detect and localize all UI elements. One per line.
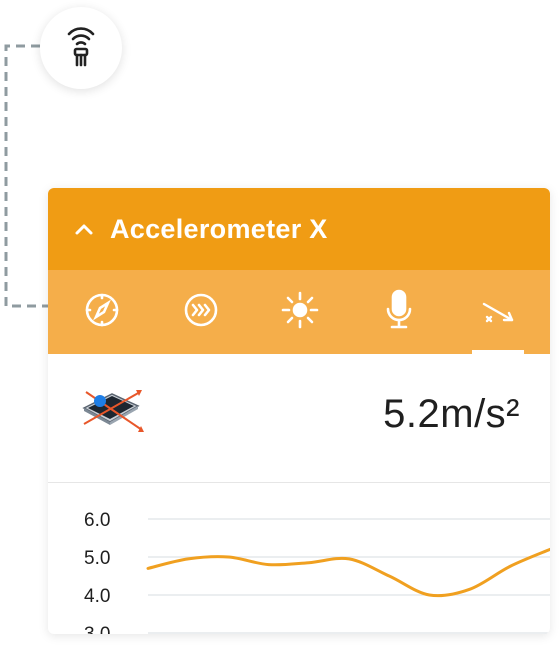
reading-value: 5.2m/s² <box>383 392 520 436</box>
tab-compass[interactable] <box>62 270 142 354</box>
microphone-icon <box>379 288 419 337</box>
phone-tilt-icon <box>78 384 144 439</box>
reading-row: 5.2m/s² <box>48 354 550 483</box>
series-line <box>146 547 550 598</box>
sensor-probe-icon <box>61 24 101 73</box>
sensor-card: Accelerometer X 5.2m/s² 6.0 5.0 4.0 3.0 <box>48 188 550 634</box>
y-tick-label: 5.0 <box>84 548 110 569</box>
tab-accelerometer[interactable] <box>458 270 538 354</box>
sensor-tabs <box>48 270 550 354</box>
tab-microphone[interactable] <box>359 270 439 354</box>
tab-light[interactable] <box>260 270 340 354</box>
y-tick-label: 4.0 <box>84 586 110 607</box>
y-tick-label: 3.0 <box>84 624 110 634</box>
card-title: Accelerometer X <box>110 213 328 244</box>
speed-icon <box>181 290 221 335</box>
light-icon <box>280 290 320 335</box>
tab-speed[interactable] <box>161 270 241 354</box>
line-chart: 6.0 5.0 4.0 3.0 <box>48 483 550 634</box>
sensor-bubble[interactable] <box>40 7 122 89</box>
accelerometer-icon <box>478 290 518 335</box>
compass-icon <box>82 290 122 335</box>
chart-svg: 6.0 5.0 4.0 3.0 <box>84 510 550 634</box>
card-header[interactable]: Accelerometer X <box>48 188 550 270</box>
chevron-up-icon[interactable] <box>74 218 96 240</box>
y-tick-label: 6.0 <box>84 510 110 531</box>
